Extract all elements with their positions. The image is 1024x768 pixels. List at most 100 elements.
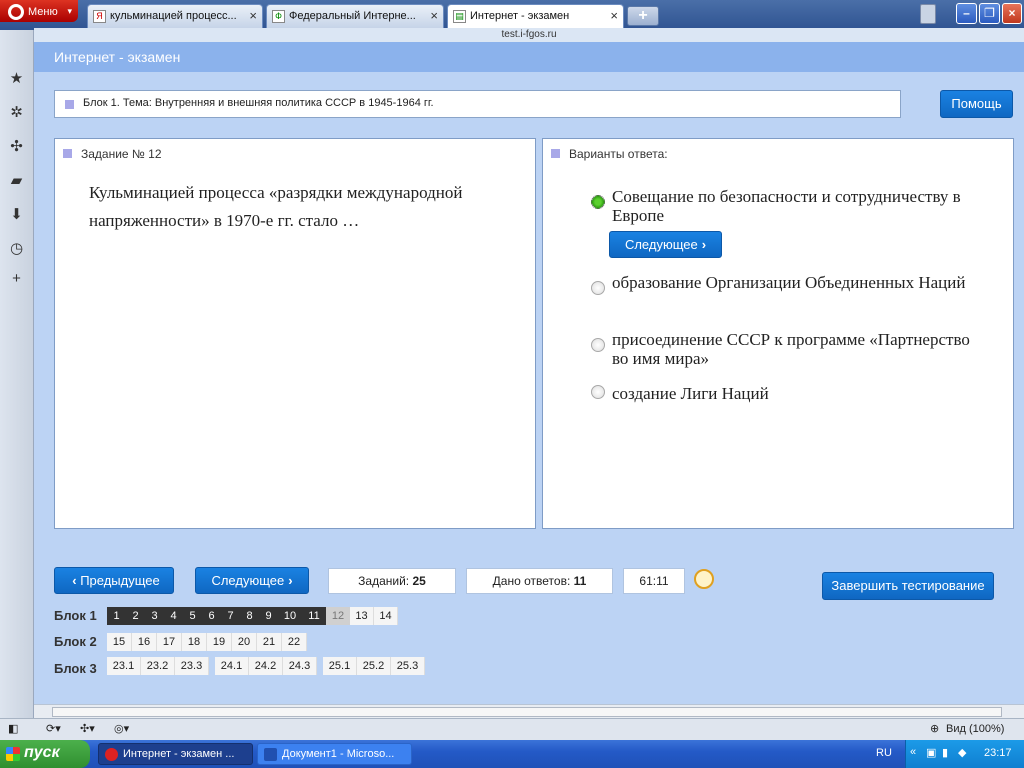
taskbar-window-browser[interactable]: Интернет - экзамен ... bbox=[98, 743, 253, 765]
close-tab-icon[interactable]: × bbox=[610, 8, 618, 23]
browser-tab-2[interactable]: Ф Федеральный Интерне... × bbox=[266, 4, 444, 28]
language-indicator[interactable]: RU bbox=[876, 747, 892, 759]
close-window-button[interactable]: × bbox=[1002, 3, 1022, 24]
turbo-icon[interactable]: ✣▾ bbox=[80, 722, 95, 735]
square-bullet-icon bbox=[551, 149, 560, 158]
task-cell-10[interactable]: 10 bbox=[278, 607, 302, 625]
bookmarks-icon[interactable]: ★ bbox=[8, 70, 25, 87]
minimize-button[interactable]: – bbox=[956, 3, 977, 24]
prev-button[interactable]: ‹ Предыдущее bbox=[54, 567, 174, 594]
signal-icon[interactable]: ▮ bbox=[942, 746, 948, 759]
task-cell-7[interactable]: 7 bbox=[221, 607, 240, 625]
scrollbar-thumb[interactable] bbox=[52, 707, 1002, 717]
task-cell-6[interactable]: 6 bbox=[202, 607, 221, 625]
add-panel-icon[interactable]: + bbox=[8, 270, 25, 287]
finish-test-button[interactable]: Завершить тестирование bbox=[822, 572, 994, 600]
prev-label: Предыдущее bbox=[80, 573, 160, 588]
task-cell-23.1[interactable]: 23.1 bbox=[107, 657, 141, 675]
answers-title: Варианты ответа: bbox=[569, 147, 668, 161]
task-cell-11[interactable]: 11 bbox=[302, 607, 326, 625]
panel-toggle-icon[interactable]: ◧ bbox=[8, 722, 18, 735]
task-cell-8[interactable]: 8 bbox=[240, 607, 259, 625]
answer-option-1[interactable]: Совещание по безопасности и сотрудничест… bbox=[591, 187, 971, 225]
answer-option-3[interactable]: присоединение СССР к программе «Партнерс… bbox=[591, 330, 971, 368]
reload-icon[interactable]: ⟳▾ bbox=[46, 722, 61, 735]
task-cell-23.2[interactable]: 23.2 bbox=[141, 657, 175, 675]
task-cell-15[interactable]: 15 bbox=[107, 633, 132, 651]
answer-option-2[interactable]: образование Организации Объединенных Нац… bbox=[591, 273, 971, 295]
task-cell-21[interactable]: 21 bbox=[257, 633, 282, 651]
task-cell-20[interactable]: 20 bbox=[232, 633, 257, 651]
trash-icon[interactable] bbox=[920, 4, 936, 24]
radio-selected-icon[interactable] bbox=[591, 195, 605, 209]
task-cell-18[interactable]: 18 bbox=[182, 633, 207, 651]
task-cell-25.3[interactable]: 25.3 bbox=[391, 657, 425, 675]
answered-label: Дано ответов: bbox=[492, 574, 571, 588]
task-cell-25.2[interactable]: 25.2 bbox=[357, 657, 391, 675]
task-cell-3[interactable]: 3 bbox=[145, 607, 164, 625]
browser-status-bar: ◧ ⟳▾ ✣▾ ◎▾ ⊕ Вид (100%) bbox=[0, 718, 1024, 740]
history-clock-icon[interactable]: ◷ bbox=[8, 240, 25, 257]
address-bar[interactable]: test.i-fgos.ru bbox=[34, 28, 1024, 42]
network-icon[interactable]: ▣ bbox=[926, 746, 936, 759]
task-cell-12[interactable]: 12 bbox=[326, 607, 350, 625]
zoom-icon[interactable]: ⊕ bbox=[930, 722, 939, 735]
block-2-label: Блок 2 bbox=[54, 634, 97, 649]
radio-icon[interactable] bbox=[591, 385, 605, 399]
sync-icon[interactable]: ◎▾ bbox=[114, 722, 129, 735]
gear-icon[interactable]: ✲ bbox=[8, 104, 25, 121]
task-cell-2[interactable]: 2 bbox=[126, 607, 145, 625]
task-cell-25.1[interactable]: 25.1 bbox=[323, 657, 357, 675]
help-button[interactable]: Помощь bbox=[940, 90, 1013, 118]
taskbar-window-word[interactable]: Документ1 - Microso... bbox=[257, 743, 412, 765]
task-cell-23.3[interactable]: 23.3 bbox=[175, 657, 209, 675]
task-cell-17[interactable]: 17 bbox=[157, 633, 182, 651]
answers-panel: Варианты ответа: Совещание по безопаснос… bbox=[542, 138, 1014, 529]
topic-text: Блок 1. Тема: Внутренняя и внешняя полит… bbox=[83, 97, 434, 109]
answer-text: образование Организации Объединенных Нац… bbox=[612, 273, 966, 292]
task-cell-24.2[interactable]: 24.2 bbox=[249, 657, 283, 675]
task-cell-24.1[interactable]: 24.1 bbox=[215, 657, 249, 675]
radio-icon[interactable] bbox=[591, 338, 605, 352]
task-cell-19[interactable]: 19 bbox=[207, 633, 232, 651]
start-button[interactable]: пуск bbox=[0, 740, 90, 768]
notes-icon[interactable]: ▰ bbox=[8, 172, 25, 189]
start-label: пуск bbox=[24, 744, 60, 761]
task-cell-1[interactable]: 1 bbox=[107, 607, 126, 625]
task-cell-9[interactable]: 9 bbox=[259, 607, 278, 625]
next-button[interactable]: Следующее › bbox=[195, 567, 309, 594]
horizontal-scrollbar[interactable] bbox=[34, 704, 1024, 718]
task-cell-16[interactable]: 16 bbox=[132, 633, 157, 651]
window-title: Интернет - экзамен ... bbox=[123, 748, 235, 760]
downloads-icon[interactable]: ⬇ bbox=[8, 206, 25, 223]
close-tab-icon[interactable]: × bbox=[249, 8, 257, 23]
tab-title: Федеральный Интерне... bbox=[289, 10, 416, 22]
exam-page: Интернет - экзамен Блок 1. Тема: Внутрен… bbox=[34, 42, 1024, 704]
volume-icon[interactable]: ◆ bbox=[958, 746, 966, 759]
tab-title: Интернет - экзамен bbox=[470, 10, 570, 22]
maximize-button[interactable]: ❐ bbox=[979, 3, 1000, 24]
tray-expand-icon[interactable]: « bbox=[910, 746, 916, 758]
browser-tab-1[interactable]: Я кульминацией процесс... × bbox=[87, 4, 263, 28]
next-inline-button[interactable]: Следующее › bbox=[609, 231, 722, 258]
browser-tab-3[interactable]: ▤ Интернет - экзамен × bbox=[447, 4, 624, 30]
chevron-left-icon: ‹ bbox=[72, 573, 77, 588]
new-tab-button[interactable]: + bbox=[627, 6, 659, 26]
unite-icon[interactable]: ✣ bbox=[8, 138, 25, 155]
radio-icon[interactable] bbox=[591, 281, 605, 295]
task-cell-4[interactable]: 4 bbox=[164, 607, 183, 625]
topic-bar: Блок 1. Тема: Внутренняя и внешняя полит… bbox=[54, 90, 901, 118]
task-cell-22[interactable]: 22 bbox=[282, 633, 307, 651]
close-tab-icon[interactable]: × bbox=[430, 8, 438, 23]
task-cell-5[interactable]: 5 bbox=[183, 607, 202, 625]
task-cell-24.3[interactable]: 24.3 bbox=[283, 657, 317, 675]
timer: 61:11 bbox=[623, 568, 685, 594]
word-icon bbox=[264, 748, 277, 761]
zoom-label[interactable]: Вид (100%) bbox=[946, 723, 1004, 735]
menu-label: Меню bbox=[28, 5, 58, 18]
answer-option-4[interactable]: создание Лиги Наций bbox=[591, 384, 971, 403]
task-cell-14[interactable]: 14 bbox=[374, 607, 398, 625]
task-cell-13[interactable]: 13 bbox=[350, 607, 374, 625]
opera-menu-button[interactable]: Меню ▾ bbox=[0, 0, 78, 22]
next-label: Следующее bbox=[211, 573, 285, 588]
